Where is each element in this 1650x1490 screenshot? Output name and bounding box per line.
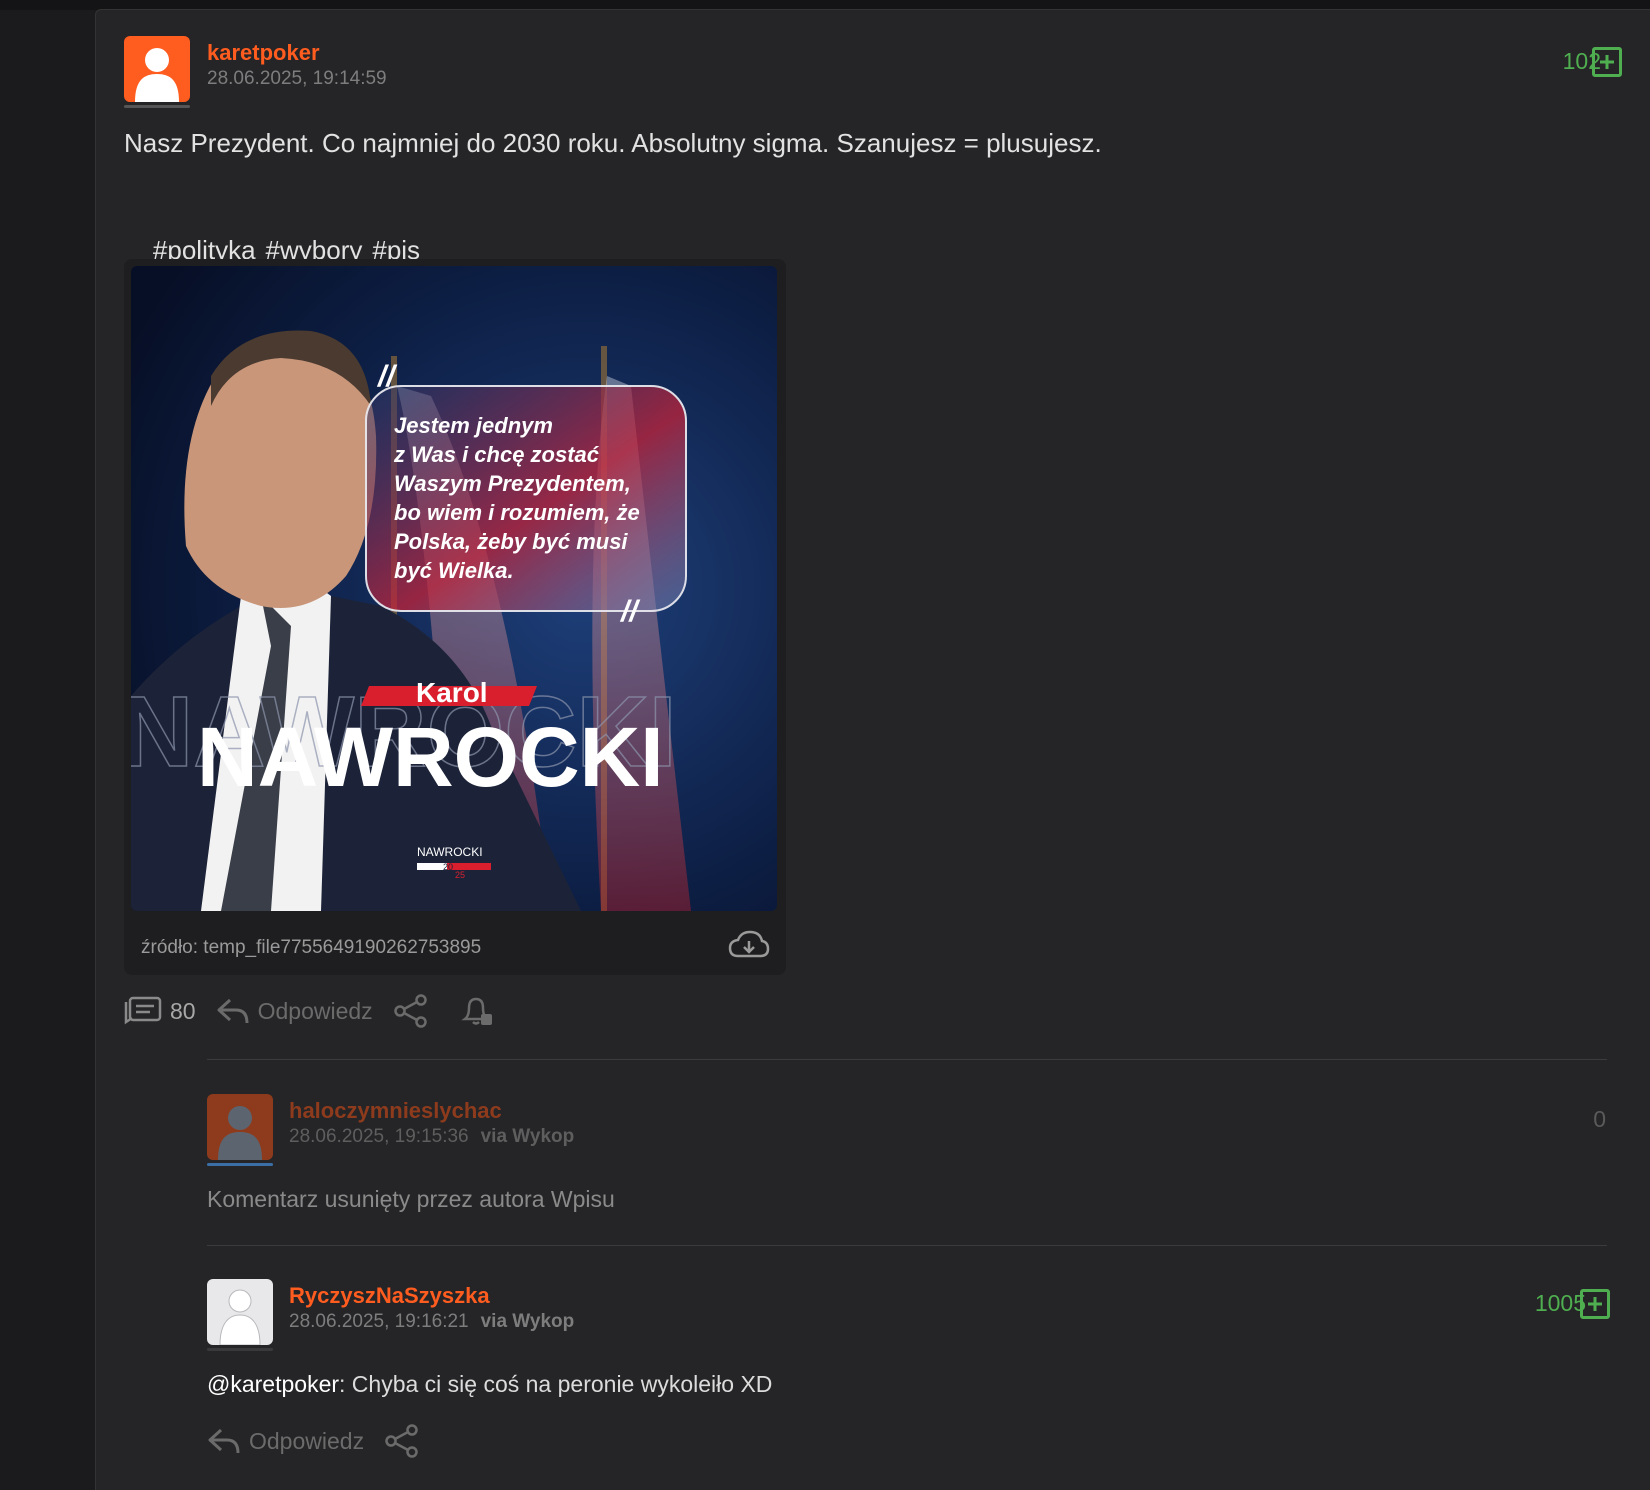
reply-label: Odpowiedz: [249, 1427, 365, 1454]
plus-icon: [1588, 1297, 1602, 1311]
comment-avatar[interactable]: [207, 1094, 273, 1160]
avatar-underline: [124, 105, 190, 108]
comment-body: : Chyba ci się coś na peronie wykoleiło …: [339, 1371, 773, 1397]
divider: [207, 1059, 1607, 1060]
image-source[interactable]: źródło: temp_file7755649190262753895: [141, 937, 481, 959]
reply-button[interactable]: Odpowiedz: [216, 996, 373, 1026]
comment-avatar[interactable]: [207, 1279, 273, 1345]
share-icon: [393, 994, 427, 1028]
reply-label: Odpowiedz: [257, 997, 373, 1024]
svg-text://: //: [376, 360, 397, 393]
poster-logo-year: 20: [443, 862, 453, 872]
reply-icon: [217, 998, 249, 1024]
media-container: NAWROCKI // // Jestem jednym z Was i chc…: [124, 259, 786, 975]
quote-line: być Wielka.: [394, 558, 514, 583]
comment-timestamp: 28.06.2025, 19:16:21: [289, 1311, 469, 1332]
post-image[interactable]: NAWROCKI // // Jestem jednym z Was i chc…: [131, 266, 777, 911]
user-silhouette-icon: [218, 1106, 262, 1160]
deleted-comment-text: Komentarz usunięty przez autora Wpisu: [207, 1186, 615, 1212]
mention-link[interactable]: @karetpoker: [207, 1371, 339, 1397]
poster-logo-year: 25: [455, 870, 465, 880]
post-timestamp: 28.06.2025, 19:14:59: [207, 68, 387, 89]
share-icon: [385, 1424, 418, 1458]
via-source[interactable]: via Wykop: [481, 1126, 575, 1147]
comment-score: 0: [1593, 1106, 1606, 1132]
comment-author[interactable]: RyczyszNaSzyszka: [289, 1283, 490, 1309]
avatar-underline: [207, 1163, 273, 1166]
user-silhouette-icon: [135, 48, 179, 102]
divider: [207, 1245, 1607, 1246]
post-actions: 80 Odpowiedz: [124, 994, 495, 1028]
comment-score: 1005: [1534, 1290, 1586, 1316]
download-button[interactable]: [728, 929, 770, 968]
comment-timestamp: 28.06.2025, 19:15:36: [289, 1126, 469, 1147]
comments-icon: [124, 996, 162, 1025]
plus-icon: [1600, 55, 1614, 69]
user-silhouette-icon: [219, 1289, 261, 1345]
quote-line: Waszym Prezydentem,: [394, 471, 631, 496]
quote-line: bo wiem i rozumiem, że: [394, 500, 640, 525]
poster-first-name: Karol: [416, 677, 488, 708]
comments-count-button[interactable]: 80: [124, 995, 196, 1027]
comment-meta: 28.06.2025, 19:16:21 via Wykop: [289, 1311, 574, 1333]
cloud-download-icon: [728, 930, 770, 958]
comments-count: 80: [170, 997, 196, 1024]
share-button[interactable]: [393, 994, 429, 1028]
reply-icon: [208, 1428, 240, 1454]
quote-line: Polska, żeby być musi: [394, 529, 628, 554]
poster-last-name: NAWROCKI: [197, 710, 664, 804]
campaign-poster-image: NAWROCKI // // Jestem jednym z Was i chc…: [131, 266, 777, 911]
via-source[interactable]: via Wykop: [481, 1311, 575, 1332]
bell-icon: [460, 997, 492, 1025]
share-button[interactable]: [384, 1424, 420, 1458]
quote-line: z Was i chcę zostać: [393, 442, 600, 467]
comment-meta: 28.06.2025, 19:15:36 via Wykop: [289, 1126, 574, 1148]
entry-card: karetpoker 28.06.2025, 19:14:59 102 Nasz…: [95, 9, 1650, 1490]
comment-actions: Odpowiedz: [207, 1424, 420, 1458]
comment-text: @karetpoker: Chyba ci się coś na peronie…: [207, 1371, 772, 1398]
notify-button[interactable]: [459, 994, 495, 1028]
author-name[interactable]: karetpoker: [207, 40, 320, 66]
comment-author[interactable]: haloczymnieslychac: [289, 1098, 502, 1124]
post-score: 102: [1562, 48, 1601, 74]
post-text: Nasz Prezydent. Co najmniej do 2030 roku…: [124, 128, 1102, 158]
avatar-underline: [207, 1348, 273, 1351]
upvote-button[interactable]: [1592, 47, 1622, 77]
upvote-button[interactable]: [1580, 1289, 1610, 1319]
reply-button[interactable]: Odpowiedz: [207, 1426, 364, 1456]
author-avatar[interactable]: [124, 36, 190, 102]
quote-line: Jestem jednym: [394, 413, 553, 438]
poster-logo-text: NAWROCKI: [417, 845, 483, 859]
svg-text://: //: [619, 595, 640, 628]
